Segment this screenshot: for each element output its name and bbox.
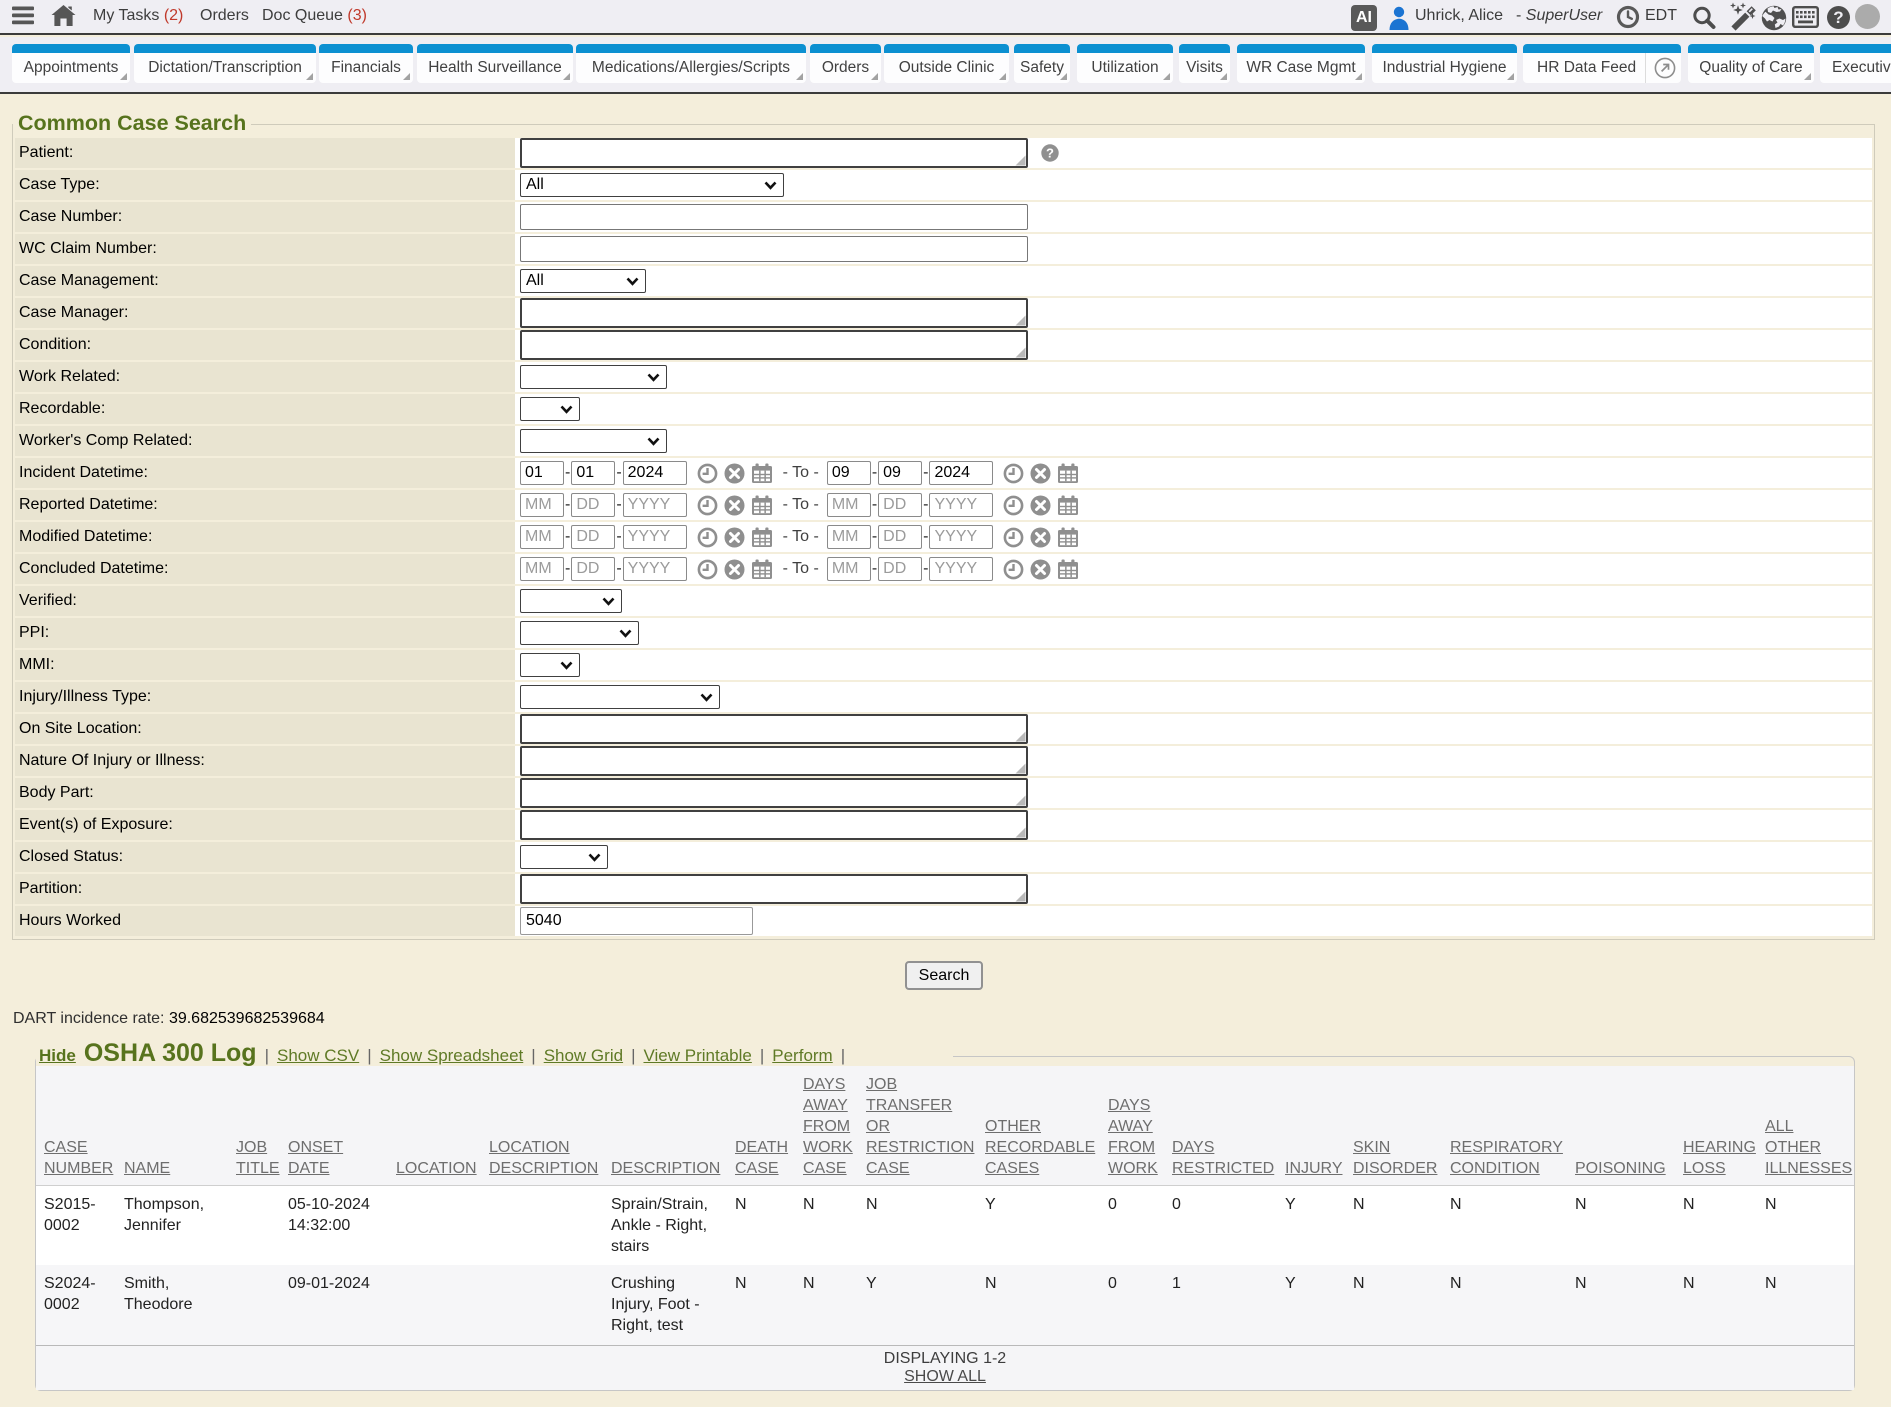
svg-text:?: ?: [1833, 8, 1843, 27]
svg-text:?: ?: [1046, 146, 1054, 161]
